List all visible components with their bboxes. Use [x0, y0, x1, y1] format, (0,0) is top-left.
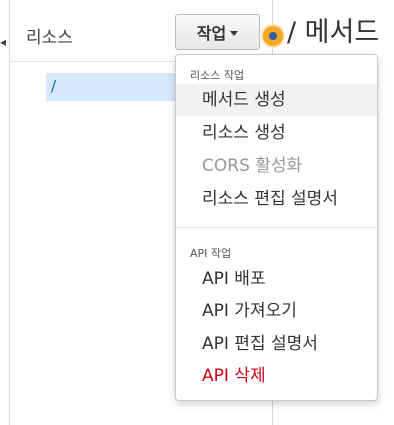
- api-gateway-resources-view: ◀ 리소스 작업 / 메서드 / 리소스 작업 메서드 생성 리소스 생성 CO…: [0, 0, 394, 425]
- menu-item-delete-api[interactable]: API 삭제: [176, 360, 377, 392]
- menu-item-import-api[interactable]: API 가져오기: [176, 295, 377, 327]
- menu-item-edit-api-docs[interactable]: API 편집 설명서: [176, 328, 377, 360]
- collapse-sidebar-icon[interactable]: ◀: [0, 34, 6, 50]
- actions-button-label: 작업: [196, 24, 227, 43]
- actions-dropdown-menu: 리소스 작업 메서드 생성 리소스 생성 CORS 활성화 리소스 편집 설명서…: [175, 54, 378, 401]
- menu-item-enable-cors: CORS 활성화: [202, 156, 303, 176]
- resources-panel-title: 리소스: [26, 28, 73, 48]
- api-actions-header: API 작업: [190, 247, 232, 260]
- menu-item-edit-resource-docs[interactable]: 리소스 편집 설명서: [176, 183, 377, 215]
- left-divider: [9, 0, 10, 425]
- resource-tree-item-root[interactable]: /: [46, 73, 186, 101]
- menu-divider: [176, 227, 377, 228]
- page-title: / 메서드: [287, 17, 380, 48]
- menu-item-create-method[interactable]: 메서드 생성: [176, 84, 377, 116]
- hint-dot-icon[interactable]: [263, 26, 283, 46]
- menu-item-deploy-api[interactable]: API 배포: [176, 263, 377, 295]
- menu-item-create-resource[interactable]: 리소스 생성: [176, 117, 377, 149]
- resource-path-label: /: [51, 77, 57, 95]
- resource-actions-header: 리소스 작업: [190, 69, 245, 82]
- caret-down-icon: [230, 30, 239, 36]
- actions-dropdown-button[interactable]: 작업: [175, 14, 260, 50]
